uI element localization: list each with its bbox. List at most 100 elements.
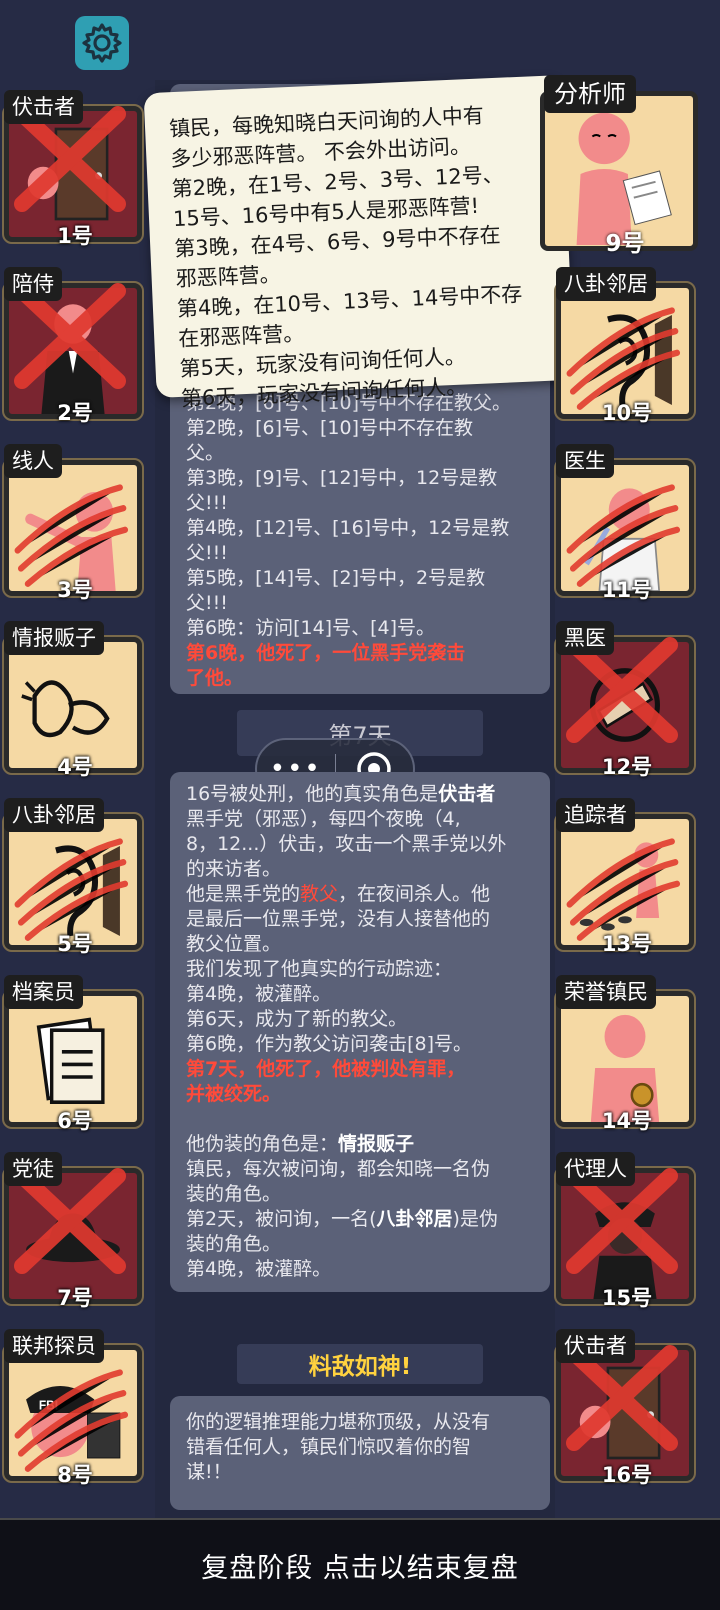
log-line: 镇民，每次被问询，都会知晓一名伪 [186, 1158, 491, 1180]
result-title: 料敌如神! [308, 1354, 412, 1380]
log-line: 第4晚，被灌醉。 [186, 983, 332, 1005]
role-label: 追踪者 [556, 798, 635, 832]
execution-line: 16号被处刑，他的真实角色是伏击者 [186, 782, 534, 807]
result-header: 料敌如神! [237, 1344, 483, 1384]
log-line: 我们发现了他真实的行动踪迹： [186, 958, 453, 980]
fbi-badge-icon: FBI [9, 1350, 137, 1476]
player-card-1[interactable]: 伏击者 1号 [2, 90, 146, 248]
medal-figure-icon [561, 996, 689, 1122]
player-card-5[interactable]: 八卦邻居 5号 [2, 798, 146, 956]
role-tooltip: 镇民，每晚知晓白天问询的人中有 多少邪恶阵营。 不会外出访问。 第2晚，在1号、… [143, 75, 575, 411]
result-panel: 你的逻辑推理能力堪称顶级，从没有 错看任何人，镇民们惊叹着你的智 谋!！ [170, 1396, 550, 1510]
player-card-2[interactable]: 陪侍 2号 [2, 267, 146, 425]
disguise-line: 他伪装的角色是：情报贩子 [186, 1132, 534, 1157]
player-number: 4号 [57, 755, 93, 779]
log-line: 父!!! [186, 492, 228, 514]
player-card-15[interactable]: 代理人 15号 [554, 1152, 698, 1310]
player-card-6[interactable]: 档案员 6号 [2, 975, 146, 1133]
player-card-16[interactable]: 伏击者 16号 [554, 1329, 698, 1487]
player-number: 8号 [57, 1463, 93, 1487]
log-line: 的来访者。 [186, 858, 282, 880]
role-label: 情报贩子 [4, 621, 104, 655]
player-number: 12号 [601, 755, 653, 779]
result-line: 错看任何人，镇民们惊叹着你的智 [186, 1436, 472, 1458]
death-notice: 并被绞死。 [186, 1083, 282, 1105]
player-card-8[interactable]: FBI联邦探员 8号 [2, 1329, 146, 1487]
role-label: 联邦探员 [4, 1329, 104, 1363]
role-label: 档案员 [4, 975, 83, 1009]
player-card-13[interactable]: 追踪者 13号 [554, 798, 698, 956]
log-line: 第2晚，[6]号、[10]号中不存在教 [186, 417, 474, 439]
log-line: 教父位置。 [186, 933, 282, 955]
ear-icon [561, 288, 689, 414]
doctor-icon [561, 465, 689, 591]
godfather-line: 他是黑手党的教父，在夜间杀人。他 [186, 882, 534, 907]
log-line: 父!!! [186, 542, 228, 564]
player-number: 9号 [605, 231, 645, 257]
footprints-icon [561, 819, 689, 945]
role-label: 八卦邻居 [4, 798, 104, 832]
role-label: 党徒 [4, 1152, 62, 1186]
log-line: 第4晚，被灌醉。 [186, 1258, 332, 1280]
log-line: 第6晚，作为教父访问袭击[8]号。 [186, 1033, 473, 1055]
questioned-line: 第2天，被问询，一名(八卦邻居)是伪 [186, 1207, 534, 1232]
godfather-role: 教父 [300, 883, 339, 905]
log-line: 第4晚，[12]号、[16]号中，12号是教 [186, 517, 510, 539]
disguise-role: 情报贩子 [338, 1133, 415, 1155]
player-number: 16号 [601, 1463, 653, 1487]
log-text: 他伪装的角色是： [186, 1133, 339, 1155]
player-card-14[interactable]: 荣誉镇民 14号 [554, 975, 698, 1133]
role-label: 黑医 [556, 621, 614, 655]
death-notice: 第7天，他死了，他被判处有罪， [186, 1058, 466, 1080]
player-card-10[interactable]: 八卦邻居 10号 [554, 267, 698, 425]
role-label: 伏击者 [4, 90, 83, 124]
result-line: 谋!！ [186, 1461, 232, 1483]
documents-icon [9, 996, 137, 1122]
log-line: 第6天，成为了新的教父。 [186, 1008, 408, 1030]
whisper-icon [9, 642, 137, 768]
player-number: 5号 [57, 932, 93, 956]
player-number: 13号 [601, 932, 653, 956]
log-line: 8，12...）伏击，攻击一个黑手党以外 [186, 833, 507, 855]
player-number: 15号 [601, 1286, 653, 1310]
disguise-role: 八卦邻居 [376, 1208, 453, 1230]
log-text: 他是黑手党的 [186, 883, 301, 905]
log-text: )是伪 [452, 1208, 498, 1230]
player-card-12[interactable]: 黑医 12号 [554, 621, 698, 779]
settings-button[interactable] [75, 16, 129, 70]
role-label: 陪侍 [4, 267, 62, 301]
player-number: 7号 [57, 1286, 93, 1310]
log-line: 是最后一位黑手党，没有人接替他的 [186, 908, 491, 930]
end-review-bar[interactable]: 复盘阶段 点击以结束复盘 [0, 1518, 720, 1610]
player-number: 1号 [57, 224, 93, 248]
player-number: 11号 [601, 578, 653, 602]
player-card-4[interactable]: 情报贩子 4号 [2, 621, 146, 779]
pointing-figure-icon [9, 465, 137, 591]
log-line: 第5晚，[14]号、[2]号中，2号是教 [186, 567, 486, 589]
player-card-11[interactable]: 医生 11号 [554, 444, 698, 602]
ear-icon [9, 819, 137, 945]
log-line: 第6晚：访问[14]号、[4]号。 [186, 617, 436, 639]
player-number: 6号 [57, 1109, 93, 1133]
player-card-3[interactable]: 线人 3号 [2, 444, 146, 602]
player-card-9[interactable]: 分析师 9号 [540, 75, 700, 257]
result-line: 你的逻辑推理能力堪称顶级，从没有 [186, 1411, 491, 1433]
log-text: 第2天，被问询，一名( [186, 1208, 377, 1230]
log-line: 装的角色。 [186, 1183, 282, 1205]
death-notice: 第6晚，他死了，一位黑手党袭击 [186, 642, 466, 664]
log-line: 父!!! [186, 592, 228, 614]
log-text: ，在夜间杀人。他 [338, 883, 491, 905]
role-label: 荣誉镇民 [556, 975, 656, 1009]
role-label: 分析师 [544, 75, 636, 113]
execution-text: 16号被处刑，他的真实角色是 [186, 783, 439, 805]
end-review-text: 复盘阶段 点击以结束复盘 [201, 1552, 519, 1584]
death-notice: 了他。 [186, 667, 244, 689]
log-panel-day7: 16号被处刑，他的真实角色是伏击者 黑手党（邪恶），每四个夜晚（4, 8，12.… [170, 772, 550, 1292]
player-card-7[interactable]: 党徒 7号 [2, 1152, 146, 1310]
player-number: 2号 [57, 401, 93, 425]
log-line: 装的角色。 [186, 1233, 282, 1255]
role-label: 医生 [556, 444, 614, 478]
log-line: 第3晚，[9]号、[12]号中，12号是教 [186, 467, 498, 489]
log-line: 父。 [186, 442, 225, 464]
